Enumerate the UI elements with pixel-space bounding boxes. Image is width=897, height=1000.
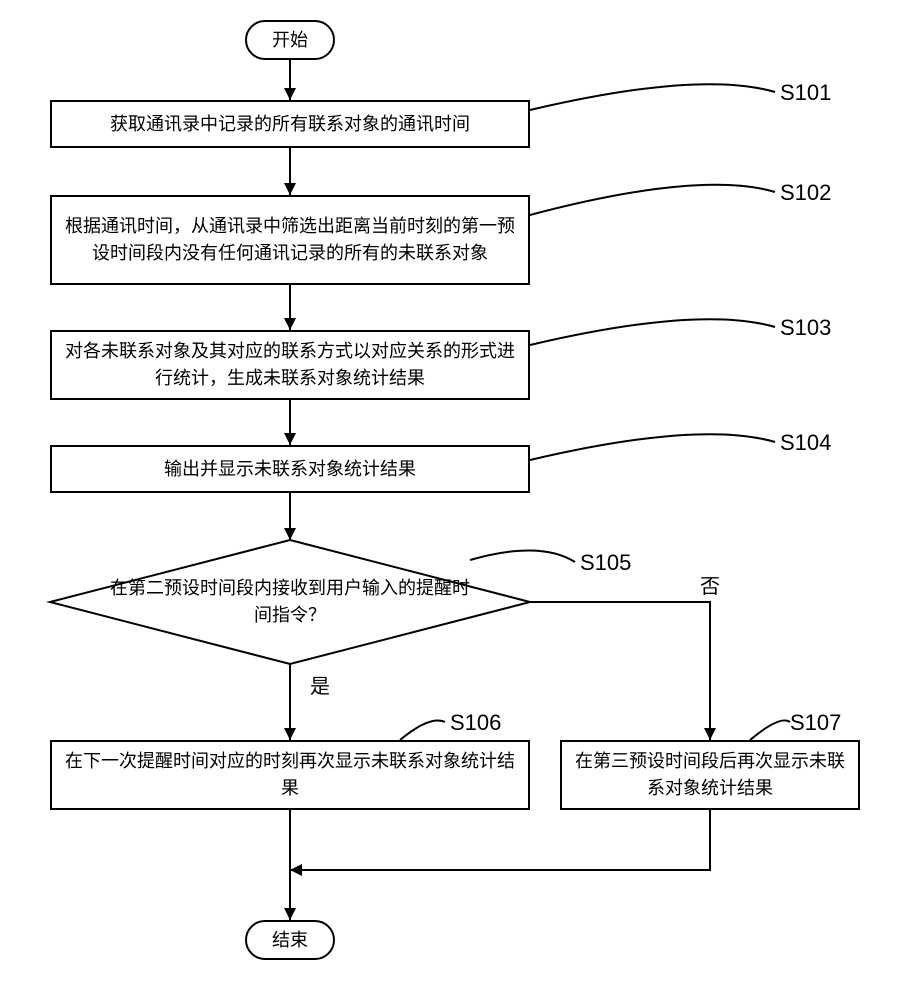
callout-s101 (530, 84, 775, 110)
decision-s105-text: 在第二预设时间段内接收到用户输入的提醒时间指令？ (105, 575, 475, 629)
edge-label-yes: 是 (310, 670, 330, 699)
process-s107: 在第三预设时间段后再次显示未联系对象统计结果 (560, 740, 860, 810)
process-s101: 获取通讯录中记录的所有联系对象的通讯时间 (50, 100, 530, 148)
callout-s103 (530, 319, 775, 345)
step-label-s102: S102 (780, 180, 831, 206)
callout-s102 (530, 185, 775, 215)
connectors-svg (20, 20, 877, 980)
flowchart-container: 开始 获取通讯录中记录的所有联系对象的通讯时间 根据通讯时间，从通讯录中筛选出距… (20, 20, 877, 980)
callout-s105 (470, 550, 575, 562)
callout-s107 (750, 720, 790, 740)
process-s106: 在下一次提醒时间对应的时刻再次显示未联系对象统计结果 (50, 740, 530, 810)
step-label-s101: S101 (780, 80, 831, 106)
decision-diamond (50, 540, 530, 664)
end-terminator: 结束 (245, 920, 335, 960)
start-terminator: 开始 (245, 20, 335, 60)
step-label-s107: S107 (790, 710, 841, 736)
process-s103: 对各未联系对象及其对应的联系方式以对应关系的形式进行统计，生成未联系对象统计结果 (50, 330, 530, 400)
process-s104: 输出并显示未联系对象统计结果 (50, 445, 530, 493)
callout-s104 (530, 434, 775, 460)
process-s102: 根据通讯时间，从通讯录中筛选出距离当前时刻的第一预设时间段内没有任何通讯记录的所… (50, 195, 530, 285)
edge-label-no: 否 (700, 570, 720, 599)
step-label-s105: S105 (580, 550, 631, 576)
step-label-s106: S106 (450, 710, 501, 736)
callout-s106 (400, 720, 445, 740)
step-label-s103: S103 (780, 315, 831, 341)
step-label-s104: S104 (780, 430, 831, 456)
